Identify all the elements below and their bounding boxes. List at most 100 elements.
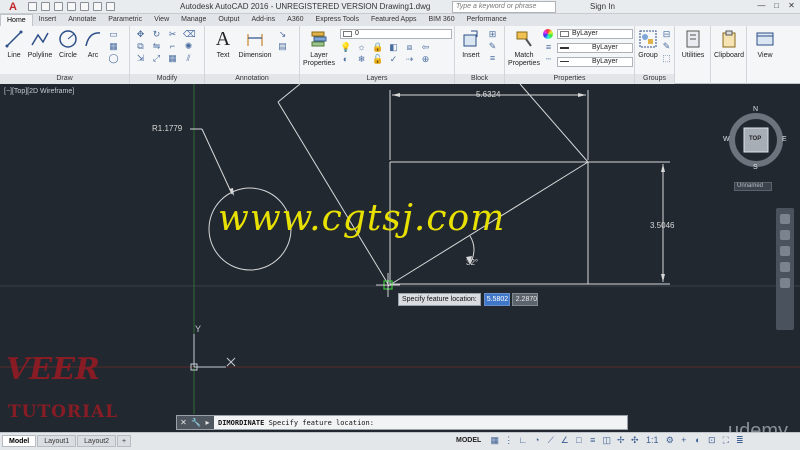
rectangle-icon[interactable]: ▭ [108, 30, 119, 39]
color-wheel-icon[interactable] [543, 29, 553, 39]
lineweight-icon[interactable]: ≡ [543, 43, 554, 52]
tab-performance[interactable]: Performance [461, 14, 513, 26]
layers-panel-title[interactable]: Layers [300, 74, 454, 84]
modify-panel-title[interactable]: Modify [130, 74, 204, 84]
table-icon[interactable]: ▤ [277, 42, 288, 51]
autoscale-icon[interactable]: ✣ [630, 435, 639, 445]
hardware-acceleration-icon[interactable]: ⊡ [707, 435, 716, 445]
circle-tool-button[interactable]: Circle [57, 28, 79, 60]
command-line[interactable]: ✕ 🔧 ▸ DIMORDINATE Specify feature locati… [176, 415, 628, 430]
polyline-tool-button[interactable]: Polyline [26, 28, 54, 60]
compass-east[interactable]: E [782, 136, 787, 143]
layer-off-icon[interactable]: ◐ [340, 55, 351, 64]
command-customize-icon[interactable]: 🔧 [191, 418, 201, 427]
undo-icon[interactable] [93, 2, 102, 11]
linetype-icon[interactable]: ┄ [543, 55, 554, 64]
block-attr-icon[interactable]: ≡ [487, 54, 498, 63]
minimize-icon[interactable]: — [757, 1, 766, 11]
tab-insert[interactable]: Insert [33, 14, 63, 26]
groups-panel-title[interactable]: Groups [635, 74, 674, 84]
match-properties-button[interactable]: Match Properties [507, 28, 541, 68]
open-icon[interactable] [41, 2, 50, 11]
tab-layout1[interactable]: Layout1 [37, 435, 77, 447]
tab-manage[interactable]: Manage [175, 14, 212, 26]
tab-featured-apps[interactable]: Featured Apps [365, 14, 423, 26]
drawing-viewport[interactable]: [−][Top][2D Wireframe] R1.1779 5.6324 3.… [0, 84, 800, 414]
block-panel-title[interactable]: Block [455, 74, 504, 84]
rotate-icon[interactable]: ↻ [151, 30, 162, 39]
utilities-button[interactable]: Utilities [677, 28, 709, 60]
nav-showmotion-icon[interactable] [780, 278, 790, 288]
close-icon[interactable]: ✕ [787, 1, 796, 11]
tab-parametric[interactable]: Parametric [102, 14, 148, 26]
layer-dropdown[interactable]: 0 [340, 29, 452, 39]
layer-lock-icon[interactable]: 🔒 [372, 43, 383, 52]
leader-icon[interactable]: ↘ [277, 30, 288, 39]
tab-express-tools[interactable]: Express Tools [310, 14, 365, 26]
fillet-icon[interactable]: ⌐ [167, 42, 178, 51]
edit-block-icon[interactable]: ✎ [487, 42, 498, 51]
layer-iso-icon[interactable]: ◧ [388, 43, 399, 52]
snap-icon[interactable]: ⋮ [504, 435, 513, 445]
maximize-icon[interactable]: □ [772, 1, 781, 11]
dynamic-input-x-field[interactable]: 5.5802 [483, 292, 510, 306]
new-icon[interactable] [28, 2, 37, 11]
search-input[interactable]: Type a keyword or phrase [452, 1, 556, 13]
move-icon[interactable]: ✥ [135, 30, 146, 39]
scale-icon[interactable]: ⤢ [151, 54, 162, 63]
osnap-icon[interactable]: □ [574, 435, 583, 445]
layer-freeze-icon[interactable]: ☼ [356, 43, 367, 52]
nav-orbit-icon[interactable] [780, 262, 790, 272]
annotation-panel-title[interactable]: Annotation [205, 74, 299, 84]
linetype-dropdown[interactable]: ByLayer [557, 57, 633, 67]
layer-on-icon[interactable]: 💡 [340, 43, 351, 52]
clean-screen-icon[interactable]: ⛶ [721, 435, 730, 445]
text-tool-button[interactable]: A Text [211, 28, 235, 60]
save-as-icon[interactable] [67, 2, 76, 11]
color-dropdown[interactable]: ByLayer [557, 29, 633, 39]
tab-view[interactable]: View [148, 14, 175, 26]
autocad-logo-icon[interactable]: A [2, 1, 24, 13]
nav-pan-icon[interactable] [780, 230, 790, 240]
layer-unlock-icon[interactable]: 🔓 [372, 55, 383, 64]
group-button[interactable]: Group [637, 28, 659, 60]
insert-block-button[interactable]: Insert [459, 28, 483, 60]
dynamic-input-y-field[interactable]: 2.2870 [511, 292, 538, 306]
tab-addins[interactable]: Add-ins [245, 14, 281, 26]
workspace-gear-icon[interactable]: ⚙ [665, 435, 674, 445]
array-icon[interactable]: ▦ [167, 54, 178, 63]
customization-icon[interactable]: ≣ [735, 435, 744, 445]
hatch-icon[interactable]: ▦ [108, 42, 119, 51]
isolate-objects-icon[interactable]: ◐ [693, 435, 702, 445]
compass-north[interactable]: N [753, 106, 758, 113]
grid-icon[interactable]: ▦ [490, 435, 500, 445]
explode-icon[interactable]: ✺ [183, 42, 194, 51]
isodraft-icon[interactable]: ⟋ [546, 435, 555, 445]
osnap-tracking-icon[interactable]: ∠ [560, 435, 569, 445]
trim-icon[interactable]: ✂ [167, 30, 178, 39]
tab-a360[interactable]: A360 [281, 14, 309, 26]
tab-home[interactable]: Home [0, 14, 33, 26]
nav-steering-wheel-icon[interactable] [780, 214, 790, 224]
tab-model[interactable]: Model [2, 435, 37, 447]
model-space-button[interactable]: MODEL [456, 437, 481, 444]
save-icon[interactable] [54, 2, 63, 11]
copy-icon[interactable]: ⧉ [135, 42, 146, 51]
mirror-icon[interactable]: ⇋ [151, 42, 162, 51]
tab-annotate[interactable]: Annotate [62, 14, 102, 26]
line-tool-button[interactable]: Line [3, 28, 25, 60]
sign-in-link[interactable]: Sign In [590, 2, 615, 11]
drawing-canvas[interactable] [0, 84, 800, 414]
layer-match-icon[interactable]: ⧈ [404, 43, 415, 52]
tab-output[interactable]: Output [212, 14, 245, 26]
command-history-icon[interactable]: ▸ [203, 418, 212, 427]
ortho-icon[interactable]: ∟ [518, 435, 527, 445]
transparency-icon[interactable]: ◫ [602, 435, 612, 445]
layer-prev-icon[interactable]: ⇦ [420, 43, 431, 52]
clipboard-button[interactable]: Clipboard [711, 28, 747, 60]
arc-tool-button[interactable]: Arc [82, 28, 104, 60]
dimension-tool-button[interactable]: Dimension [237, 28, 273, 60]
stretch-icon[interactable]: ⇲ [135, 54, 146, 63]
nav-zoom-icon[interactable] [780, 246, 790, 256]
ellipse-icon[interactable]: ◯ [108, 54, 119, 63]
